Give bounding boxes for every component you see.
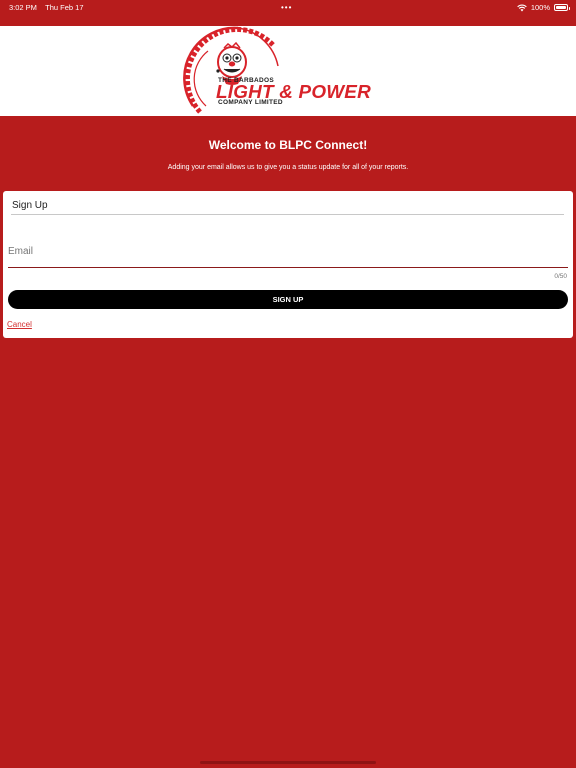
- title-divider: [11, 214, 564, 215]
- welcome-subtitle: Adding your email allows us to give you …: [167, 164, 409, 171]
- cancel-link[interactable]: Cancel: [7, 320, 32, 329]
- wifi-icon: [517, 3, 527, 11]
- signup-title: Sign Up: [12, 200, 48, 211]
- char-counter: 0/50: [554, 273, 567, 280]
- status-date: Thu Feb 17: [45, 3, 84, 12]
- welcome-title: Welcome to BLPC Connect!: [208, 138, 368, 152]
- status-bar: 3:02 PM Thu Feb 17 ••• 100%: [0, 0, 576, 26]
- status-time: 3:02 PM: [9, 3, 37, 12]
- battery-icon: [554, 4, 570, 11]
- multitasking-dots[interactable]: •••: [281, 3, 292, 12]
- logo-line3: COMPANY LIMITED: [218, 99, 283, 106]
- sign-up-button[interactable]: SIGN UP: [8, 290, 568, 309]
- battery-percent: 100%: [530, 3, 550, 12]
- home-indicator[interactable]: [200, 761, 376, 764]
- status-right: 100%: [517, 3, 570, 12]
- signup-card: Sign Up 0/50 SIGN UP Cancel: [3, 191, 573, 338]
- status-time-date: 3:02 PM Thu Feb 17: [9, 3, 84, 12]
- logo-header: THE BARBADOS LIGHT & POWER COMPANY LIMIT…: [0, 26, 576, 116]
- email-field[interactable]: [8, 236, 568, 268]
